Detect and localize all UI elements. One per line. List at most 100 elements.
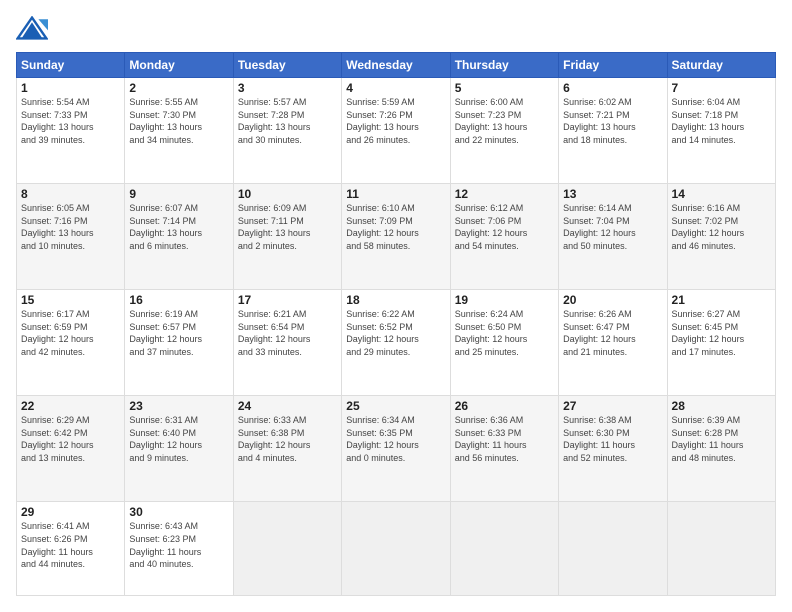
day-info: Sunrise: 6:10 AMSunset: 7:09 PMDaylight:…	[346, 202, 445, 252]
day-number: 26	[455, 399, 554, 413]
day-number: 6	[563, 81, 662, 95]
header	[16, 16, 776, 44]
day-info: Sunrise: 6:07 AMSunset: 7:14 PMDaylight:…	[129, 202, 228, 252]
day-number: 18	[346, 293, 445, 307]
calendar-cell: 5Sunrise: 6:00 AMSunset: 7:23 PMDaylight…	[450, 78, 558, 184]
day-info: Sunrise: 6:39 AMSunset: 6:28 PMDaylight:…	[672, 414, 771, 464]
calendar-cell: 1Sunrise: 5:54 AMSunset: 7:33 PMDaylight…	[17, 78, 125, 184]
calendar-cell: 3Sunrise: 5:57 AMSunset: 7:28 PMDaylight…	[233, 78, 341, 184]
day-info: Sunrise: 6:17 AMSunset: 6:59 PMDaylight:…	[21, 308, 120, 358]
day-info: Sunrise: 6:19 AMSunset: 6:57 PMDaylight:…	[129, 308, 228, 358]
day-number: 4	[346, 81, 445, 95]
calendar-cell: 8Sunrise: 6:05 AMSunset: 7:16 PMDaylight…	[17, 184, 125, 290]
calendar-cell: 11Sunrise: 6:10 AMSunset: 7:09 PMDayligh…	[342, 184, 450, 290]
calendar-cell: 23Sunrise: 6:31 AMSunset: 6:40 PMDayligh…	[125, 396, 233, 502]
calendar-week-row: 22Sunrise: 6:29 AMSunset: 6:42 PMDayligh…	[17, 396, 776, 502]
calendar-cell: 15Sunrise: 6:17 AMSunset: 6:59 PMDayligh…	[17, 290, 125, 396]
calendar-cell: 29Sunrise: 6:41 AMSunset: 6:26 PMDayligh…	[17, 502, 125, 596]
calendar-header-monday: Monday	[125, 53, 233, 78]
day-info: Sunrise: 6:43 AMSunset: 6:23 PMDaylight:…	[129, 520, 228, 570]
calendar-cell: 24Sunrise: 6:33 AMSunset: 6:38 PMDayligh…	[233, 396, 341, 502]
day-number: 11	[346, 187, 445, 201]
calendar-cell	[667, 502, 775, 596]
calendar-cell: 2Sunrise: 5:55 AMSunset: 7:30 PMDaylight…	[125, 78, 233, 184]
day-number: 5	[455, 81, 554, 95]
day-number: 8	[21, 187, 120, 201]
day-info: Sunrise: 6:33 AMSunset: 6:38 PMDaylight:…	[238, 414, 337, 464]
calendar-header-row: SundayMondayTuesdayWednesdayThursdayFrid…	[17, 53, 776, 78]
day-info: Sunrise: 6:21 AMSunset: 6:54 PMDaylight:…	[238, 308, 337, 358]
day-info: Sunrise: 6:12 AMSunset: 7:06 PMDaylight:…	[455, 202, 554, 252]
day-info: Sunrise: 6:02 AMSunset: 7:21 PMDaylight:…	[563, 96, 662, 146]
calendar-table: SundayMondayTuesdayWednesdayThursdayFrid…	[16, 52, 776, 596]
day-number: 27	[563, 399, 662, 413]
calendar-cell: 26Sunrise: 6:36 AMSunset: 6:33 PMDayligh…	[450, 396, 558, 502]
logo-icon	[16, 16, 48, 44]
day-info: Sunrise: 6:36 AMSunset: 6:33 PMDaylight:…	[455, 414, 554, 464]
day-number: 28	[672, 399, 771, 413]
day-number: 22	[21, 399, 120, 413]
day-info: Sunrise: 6:38 AMSunset: 6:30 PMDaylight:…	[563, 414, 662, 464]
calendar-header-saturday: Saturday	[667, 53, 775, 78]
calendar-week-row: 8Sunrise: 6:05 AMSunset: 7:16 PMDaylight…	[17, 184, 776, 290]
calendar-cell: 25Sunrise: 6:34 AMSunset: 6:35 PMDayligh…	[342, 396, 450, 502]
calendar-header-thursday: Thursday	[450, 53, 558, 78]
calendar-header-sunday: Sunday	[17, 53, 125, 78]
day-info: Sunrise: 6:14 AMSunset: 7:04 PMDaylight:…	[563, 202, 662, 252]
day-info: Sunrise: 6:34 AMSunset: 6:35 PMDaylight:…	[346, 414, 445, 464]
calendar-cell: 17Sunrise: 6:21 AMSunset: 6:54 PMDayligh…	[233, 290, 341, 396]
day-info: Sunrise: 6:05 AMSunset: 7:16 PMDaylight:…	[21, 202, 120, 252]
day-number: 2	[129, 81, 228, 95]
day-info: Sunrise: 5:57 AMSunset: 7:28 PMDaylight:…	[238, 96, 337, 146]
day-number: 29	[21, 505, 120, 519]
calendar-cell: 13Sunrise: 6:14 AMSunset: 7:04 PMDayligh…	[559, 184, 667, 290]
day-info: Sunrise: 6:41 AMSunset: 6:26 PMDaylight:…	[21, 520, 120, 570]
calendar-cell: 4Sunrise: 5:59 AMSunset: 7:26 PMDaylight…	[342, 78, 450, 184]
page: SundayMondayTuesdayWednesdayThursdayFrid…	[0, 0, 792, 612]
day-info: Sunrise: 5:54 AMSunset: 7:33 PMDaylight:…	[21, 96, 120, 146]
calendar-cell: 6Sunrise: 6:02 AMSunset: 7:21 PMDaylight…	[559, 78, 667, 184]
day-number: 1	[21, 81, 120, 95]
calendar-cell: 22Sunrise: 6:29 AMSunset: 6:42 PMDayligh…	[17, 396, 125, 502]
calendar-cell	[450, 502, 558, 596]
day-number: 30	[129, 505, 228, 519]
day-number: 25	[346, 399, 445, 413]
calendar-cell: 30Sunrise: 6:43 AMSunset: 6:23 PMDayligh…	[125, 502, 233, 596]
calendar-cell: 28Sunrise: 6:39 AMSunset: 6:28 PMDayligh…	[667, 396, 775, 502]
day-number: 20	[563, 293, 662, 307]
day-info: Sunrise: 6:26 AMSunset: 6:47 PMDaylight:…	[563, 308, 662, 358]
calendar-cell: 12Sunrise: 6:12 AMSunset: 7:06 PMDayligh…	[450, 184, 558, 290]
day-number: 19	[455, 293, 554, 307]
day-info: Sunrise: 6:04 AMSunset: 7:18 PMDaylight:…	[672, 96, 771, 146]
calendar-cell: 16Sunrise: 6:19 AMSunset: 6:57 PMDayligh…	[125, 290, 233, 396]
logo	[16, 16, 52, 44]
calendar-cell: 19Sunrise: 6:24 AMSunset: 6:50 PMDayligh…	[450, 290, 558, 396]
day-number: 3	[238, 81, 337, 95]
day-number: 7	[672, 81, 771, 95]
calendar-header-friday: Friday	[559, 53, 667, 78]
calendar-cell: 14Sunrise: 6:16 AMSunset: 7:02 PMDayligh…	[667, 184, 775, 290]
calendar-header-tuesday: Tuesday	[233, 53, 341, 78]
calendar-cell: 7Sunrise: 6:04 AMSunset: 7:18 PMDaylight…	[667, 78, 775, 184]
day-number: 14	[672, 187, 771, 201]
day-info: Sunrise: 6:00 AMSunset: 7:23 PMDaylight:…	[455, 96, 554, 146]
day-number: 9	[129, 187, 228, 201]
day-number: 23	[129, 399, 228, 413]
calendar-cell: 10Sunrise: 6:09 AMSunset: 7:11 PMDayligh…	[233, 184, 341, 290]
day-info: Sunrise: 6:27 AMSunset: 6:45 PMDaylight:…	[672, 308, 771, 358]
day-info: Sunrise: 6:22 AMSunset: 6:52 PMDaylight:…	[346, 308, 445, 358]
calendar-cell: 9Sunrise: 6:07 AMSunset: 7:14 PMDaylight…	[125, 184, 233, 290]
calendar-cell: 27Sunrise: 6:38 AMSunset: 6:30 PMDayligh…	[559, 396, 667, 502]
calendar-cell: 18Sunrise: 6:22 AMSunset: 6:52 PMDayligh…	[342, 290, 450, 396]
day-number: 16	[129, 293, 228, 307]
calendar-cell: 20Sunrise: 6:26 AMSunset: 6:47 PMDayligh…	[559, 290, 667, 396]
calendar-week-row: 1Sunrise: 5:54 AMSunset: 7:33 PMDaylight…	[17, 78, 776, 184]
day-number: 10	[238, 187, 337, 201]
day-number: 21	[672, 293, 771, 307]
day-info: Sunrise: 5:59 AMSunset: 7:26 PMDaylight:…	[346, 96, 445, 146]
day-info: Sunrise: 6:31 AMSunset: 6:40 PMDaylight:…	[129, 414, 228, 464]
calendar-header-wednesday: Wednesday	[342, 53, 450, 78]
day-number: 15	[21, 293, 120, 307]
calendar-week-row: 29Sunrise: 6:41 AMSunset: 6:26 PMDayligh…	[17, 502, 776, 596]
day-info: Sunrise: 6:29 AMSunset: 6:42 PMDaylight:…	[21, 414, 120, 464]
